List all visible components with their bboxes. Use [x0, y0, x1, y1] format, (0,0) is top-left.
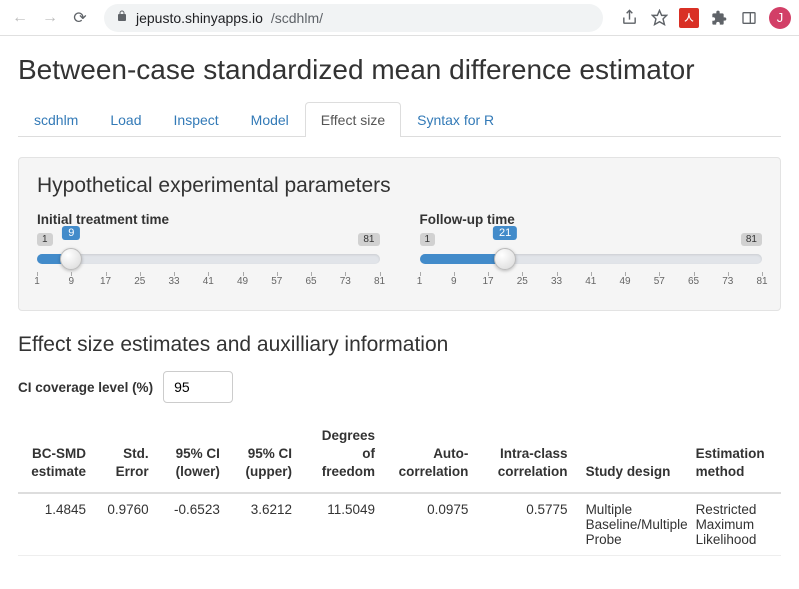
ci-coverage-label: CI coverage level (%): [18, 380, 153, 395]
cell-df: 11.5049: [306, 493, 389, 556]
lock-icon: [116, 10, 128, 25]
back-icon[interactable]: ←: [8, 6, 32, 30]
ci-coverage-input[interactable]: [163, 371, 233, 403]
cell-bcsmd: 1.4845: [18, 493, 100, 556]
cell-icc: 0.5775: [482, 493, 581, 556]
slider-min: 1: [37, 233, 53, 246]
col-autocorr: Auto-correlation: [389, 421, 482, 493]
initial-treatment-slider[interactable]: [37, 254, 380, 264]
tab-load[interactable]: Load: [94, 102, 157, 137]
tab-syntax[interactable]: Syntax for R: [401, 102, 510, 137]
effect-size-heading: Effect size estimates and auxilliary inf…: [18, 333, 781, 357]
profile-avatar[interactable]: J: [769, 7, 791, 29]
col-df: Degrees of freedom: [306, 421, 389, 493]
slider-fill: [420, 254, 506, 264]
acrobat-icon[interactable]: 人: [679, 8, 699, 28]
initial-treatment-label: Initial treatment time: [37, 212, 380, 227]
cell-autocorr: 0.0975: [389, 493, 482, 556]
address-bar[interactable]: jepusto.shinyapps.io/scdhlm/: [104, 4, 603, 32]
slider-value-bubble: 9: [62, 226, 80, 240]
col-icc: Intra-class correlation: [482, 421, 581, 493]
ci-input-group: CI coverage level (%): [18, 371, 781, 403]
parameters-panel: Hypothetical experimental parameters Ini…: [18, 157, 781, 311]
slider-max: 81: [741, 233, 762, 246]
share-icon[interactable]: [619, 8, 639, 28]
table-header-row: BC-SMD estimate Std. Error 95% CI (lower…: [18, 421, 781, 493]
cell-se: 0.9760: [100, 493, 163, 556]
forward-icon[interactable]: →: [38, 6, 62, 30]
cell-ci-hi: 3.6212: [234, 493, 306, 556]
tab-scdhlm[interactable]: scdhlm: [18, 102, 94, 137]
col-se: Std. Error: [100, 421, 163, 493]
table-row: 1.4845 0.9760 -0.6523 3.6212 11.5049 0.0…: [18, 493, 781, 556]
slider-max: 81: [358, 233, 379, 246]
extensions-icon[interactable]: [709, 8, 729, 28]
slider-ticks: 1 9 17 25 33 41 49 57 65 73 81: [420, 276, 763, 300]
tab-bar: scdhlm Load Inspect Model Effect size Sy…: [18, 102, 781, 137]
col-method: Estimation method: [692, 421, 781, 493]
tab-effect-size[interactable]: Effect size: [305, 102, 401, 137]
slider-min: 1: [420, 233, 436, 246]
col-ci-lo: 95% CI (lower): [163, 421, 234, 493]
browser-toolbar: ← → ⟳ jepusto.shinyapps.io/scdhlm/ 人 J: [0, 0, 799, 36]
url-host: jepusto.shinyapps.io: [136, 10, 263, 26]
follow-up-label: Follow-up time: [420, 212, 763, 227]
sidepanel-icon[interactable]: [739, 8, 759, 28]
tab-model[interactable]: Model: [235, 102, 305, 137]
slider-value-bubble: 21: [493, 226, 517, 240]
url-path: /scdhlm/: [271, 10, 323, 26]
follow-up-time-group: Follow-up time 1 81 21: [420, 212, 763, 300]
cell-method: Restricted Maximum Likelihood: [692, 493, 781, 556]
col-bcsmd: BC-SMD estimate: [18, 421, 100, 493]
slider-handle[interactable]: [60, 248, 82, 270]
slider-handle[interactable]: [494, 248, 516, 270]
star-icon[interactable]: [649, 8, 669, 28]
page-content: Between-case standardized mean differenc…: [0, 36, 799, 566]
page-title: Between-case standardized mean differenc…: [18, 54, 781, 86]
cell-design: Multiple Baseline/Multiple Probe: [582, 493, 692, 556]
slider-ticks: 1 9 17 25 33 41 49 57 65 73 81: [37, 276, 380, 300]
parameters-heading: Hypothetical experimental parameters: [37, 174, 762, 198]
follow-up-slider[interactable]: [420, 254, 763, 264]
col-design: Study design: [582, 421, 692, 493]
cell-ci-lo: -0.6523: [163, 493, 234, 556]
results-table: BC-SMD estimate Std. Error 95% CI (lower…: [18, 421, 781, 556]
initial-treatment-time-group: Initial treatment time 1 81 9: [37, 212, 380, 300]
reload-icon[interactable]: ⟳: [68, 6, 92, 30]
tab-inspect[interactable]: Inspect: [158, 102, 235, 137]
col-ci-hi: 95% CI (upper): [234, 421, 306, 493]
